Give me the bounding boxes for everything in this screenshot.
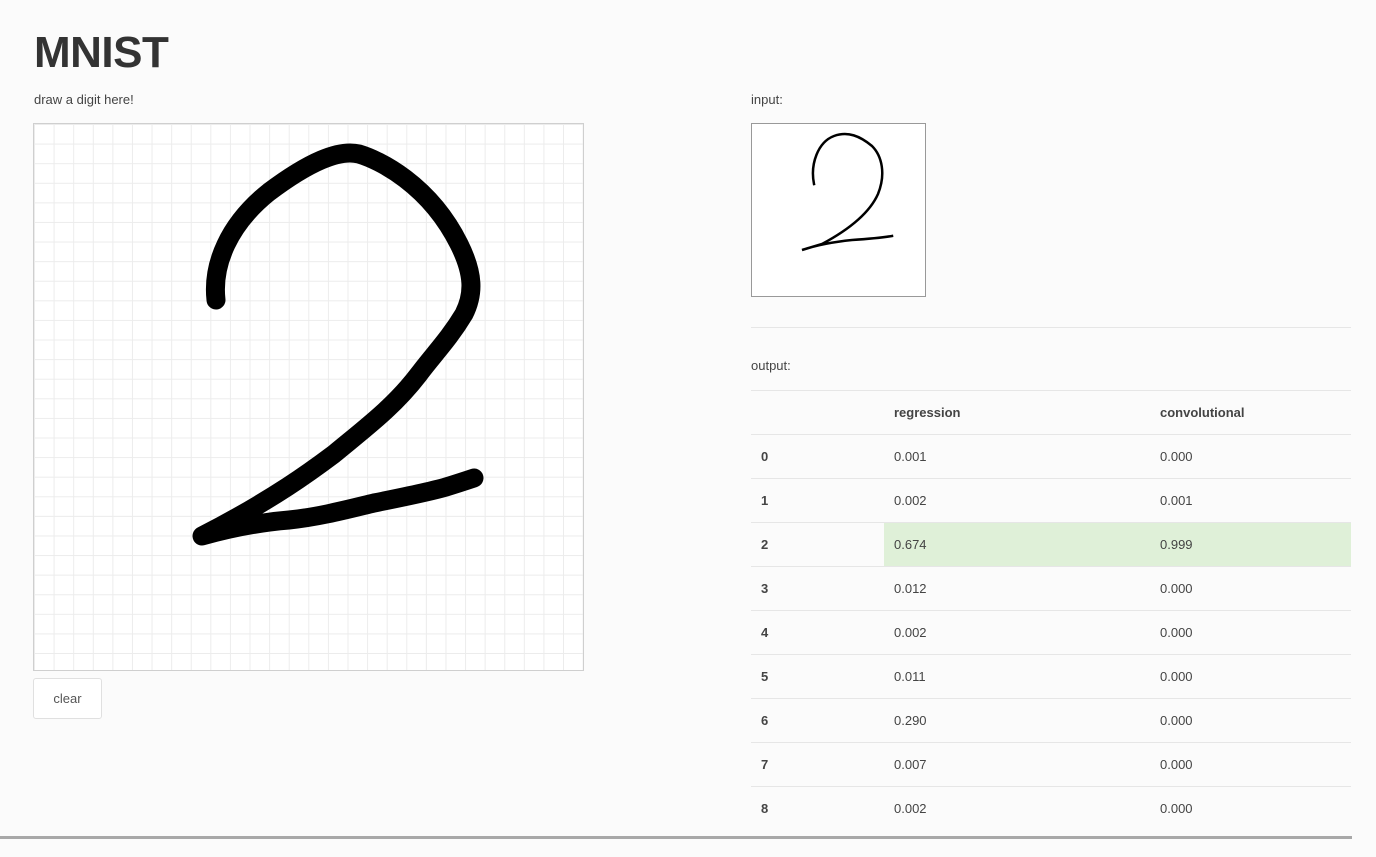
- row-digit: 5: [751, 654, 884, 699]
- table-row: 8 0.002 0.000: [751, 786, 1351, 831]
- regression-value: 0.290: [884, 698, 1150, 743]
- clear-button[interactable]: clear: [33, 678, 102, 719]
- convolutional-value: 0.000: [1150, 698, 1351, 743]
- table-header-row: regression convolutional: [751, 390, 1351, 435]
- regression-value: 0.002: [884, 786, 1150, 831]
- output-label: output:: [751, 358, 791, 373]
- table-row-highlighted: 2 0.674 0.999: [751, 522, 1351, 567]
- convolutional-value: 0.000: [1150, 610, 1351, 655]
- window-bottom-edge: [0, 836, 1352, 839]
- convolutional-value: 0.000: [1150, 434, 1351, 479]
- input-label: input:: [751, 92, 783, 107]
- input-digit-image: [801, 132, 894, 252]
- convolutional-value: 0.000: [1150, 786, 1351, 831]
- drawn-digit-stroke: [192, 143, 484, 546]
- row-digit: 7: [751, 742, 884, 787]
- regression-value: 0.007: [884, 742, 1150, 787]
- regression-value: 0.674: [884, 522, 1150, 567]
- convolutional-value: 0.000: [1150, 654, 1351, 699]
- header-digit: [751, 390, 884, 435]
- row-digit: 1: [751, 478, 884, 523]
- header-regression: regression: [884, 390, 1150, 435]
- draw-label: draw a digit here!: [34, 92, 134, 107]
- table-row: 4 0.002 0.000: [751, 610, 1351, 655]
- regression-value: 0.011: [884, 654, 1150, 699]
- section-divider: [751, 327, 1351, 328]
- table-row: 5 0.011 0.000: [751, 654, 1351, 699]
- table-row: 7 0.007 0.000: [751, 742, 1351, 787]
- regression-value: 0.002: [884, 610, 1150, 655]
- page-title: MNIST: [34, 28, 169, 77]
- regression-value: 0.001: [884, 434, 1150, 479]
- table-row: 1 0.002 0.001: [751, 478, 1351, 523]
- row-digit: 3: [751, 566, 884, 611]
- table-row: 6 0.290 0.000: [751, 698, 1351, 743]
- row-digit: 2: [751, 522, 884, 567]
- regression-value: 0.002: [884, 478, 1150, 523]
- table-row: 3 0.012 0.000: [751, 566, 1351, 611]
- row-digit: 4: [751, 610, 884, 655]
- row-digit: 8: [751, 786, 884, 831]
- convolutional-value: 0.000: [1150, 566, 1351, 611]
- output-table: regression convolutional 0 0.001 0.000 1…: [751, 390, 1351, 831]
- row-digit: 0: [751, 434, 884, 479]
- convolutional-value: 0.001: [1150, 478, 1351, 523]
- regression-value: 0.012: [884, 566, 1150, 611]
- convolutional-value: 0.000: [1150, 742, 1351, 787]
- header-convolutional: convolutional: [1150, 390, 1351, 435]
- row-digit: 6: [751, 698, 884, 743]
- table-row: 0 0.001 0.000: [751, 434, 1351, 479]
- input-preview: [751, 123, 926, 297]
- drawing-canvas[interactable]: [33, 123, 584, 671]
- convolutional-value: 0.999: [1150, 522, 1351, 567]
